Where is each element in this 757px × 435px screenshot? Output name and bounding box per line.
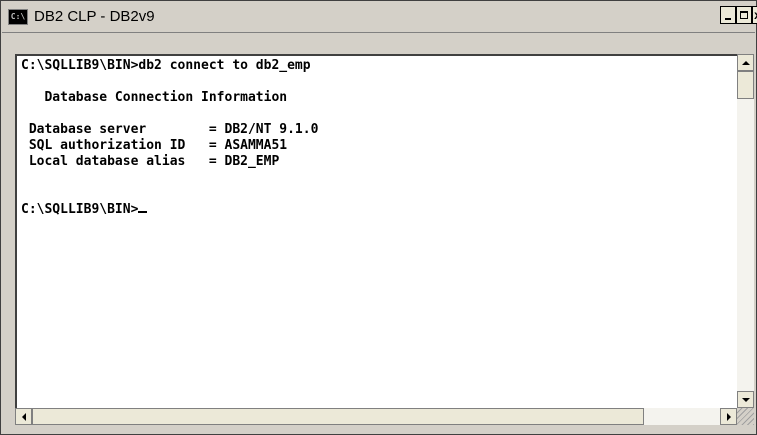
- arrow-left-icon: [21, 412, 26, 421]
- console-line: SQL authorization ID = ASAMMA51: [21, 138, 288, 153]
- maximize-button[interactable]: [736, 6, 752, 24]
- resize-grip[interactable]: [737, 408, 754, 425]
- title-bar[interactable]: C:\ DB2 CLP - DB2v9 x: [2, 2, 757, 33]
- scroll-left-button[interactable]: [15, 408, 32, 425]
- command-prompt: C:\SQLLIB9\BIN>: [21, 202, 139, 217]
- console-output[interactable]: C:\SQLLIB9\BIN>db2 connect to db2_emp Da…: [15, 54, 737, 408]
- console-line: Local database alias = DB2_EMP: [21, 154, 280, 169]
- vertical-scrollbar[interactable]: [737, 54, 754, 408]
- scroll-down-button[interactable]: [737, 391, 754, 408]
- console-line: Database Connection Information: [21, 90, 288, 105]
- scroll-up-button[interactable]: [737, 54, 754, 71]
- console-line: Database server = DB2/NT 9.1.0: [21, 122, 319, 137]
- close-button[interactable]: x: [752, 6, 757, 24]
- scroll-right-button[interactable]: [720, 408, 737, 425]
- console-text: C:\SQLLIB9\BIN>db2 connect to db2_emp Da…: [21, 58, 318, 218]
- maximize-icon: [740, 11, 748, 19]
- arrow-up-icon: [741, 60, 750, 65]
- console-icon[interactable]: C:\: [8, 9, 28, 25]
- minimize-button[interactable]: [720, 6, 736, 24]
- console-line: C:\SQLLIB9\BIN>db2 connect to db2_emp: [21, 58, 311, 73]
- db2-clp-window: C:\ DB2 CLP - DB2v9 x C:\SQLLIB9\BIN>db2…: [0, 0, 757, 435]
- arrow-down-icon: [741, 397, 750, 402]
- horizontal-scroll-thumb[interactable]: [32, 408, 644, 425]
- minimize-icon: [725, 18, 731, 20]
- text-cursor: [138, 211, 148, 213]
- window-title: DB2 CLP - DB2v9: [34, 8, 155, 25]
- horizontal-scrollbar[interactable]: [15, 408, 737, 425]
- arrow-right-icon: [726, 412, 731, 421]
- vertical-scroll-thumb[interactable]: [737, 71, 754, 99]
